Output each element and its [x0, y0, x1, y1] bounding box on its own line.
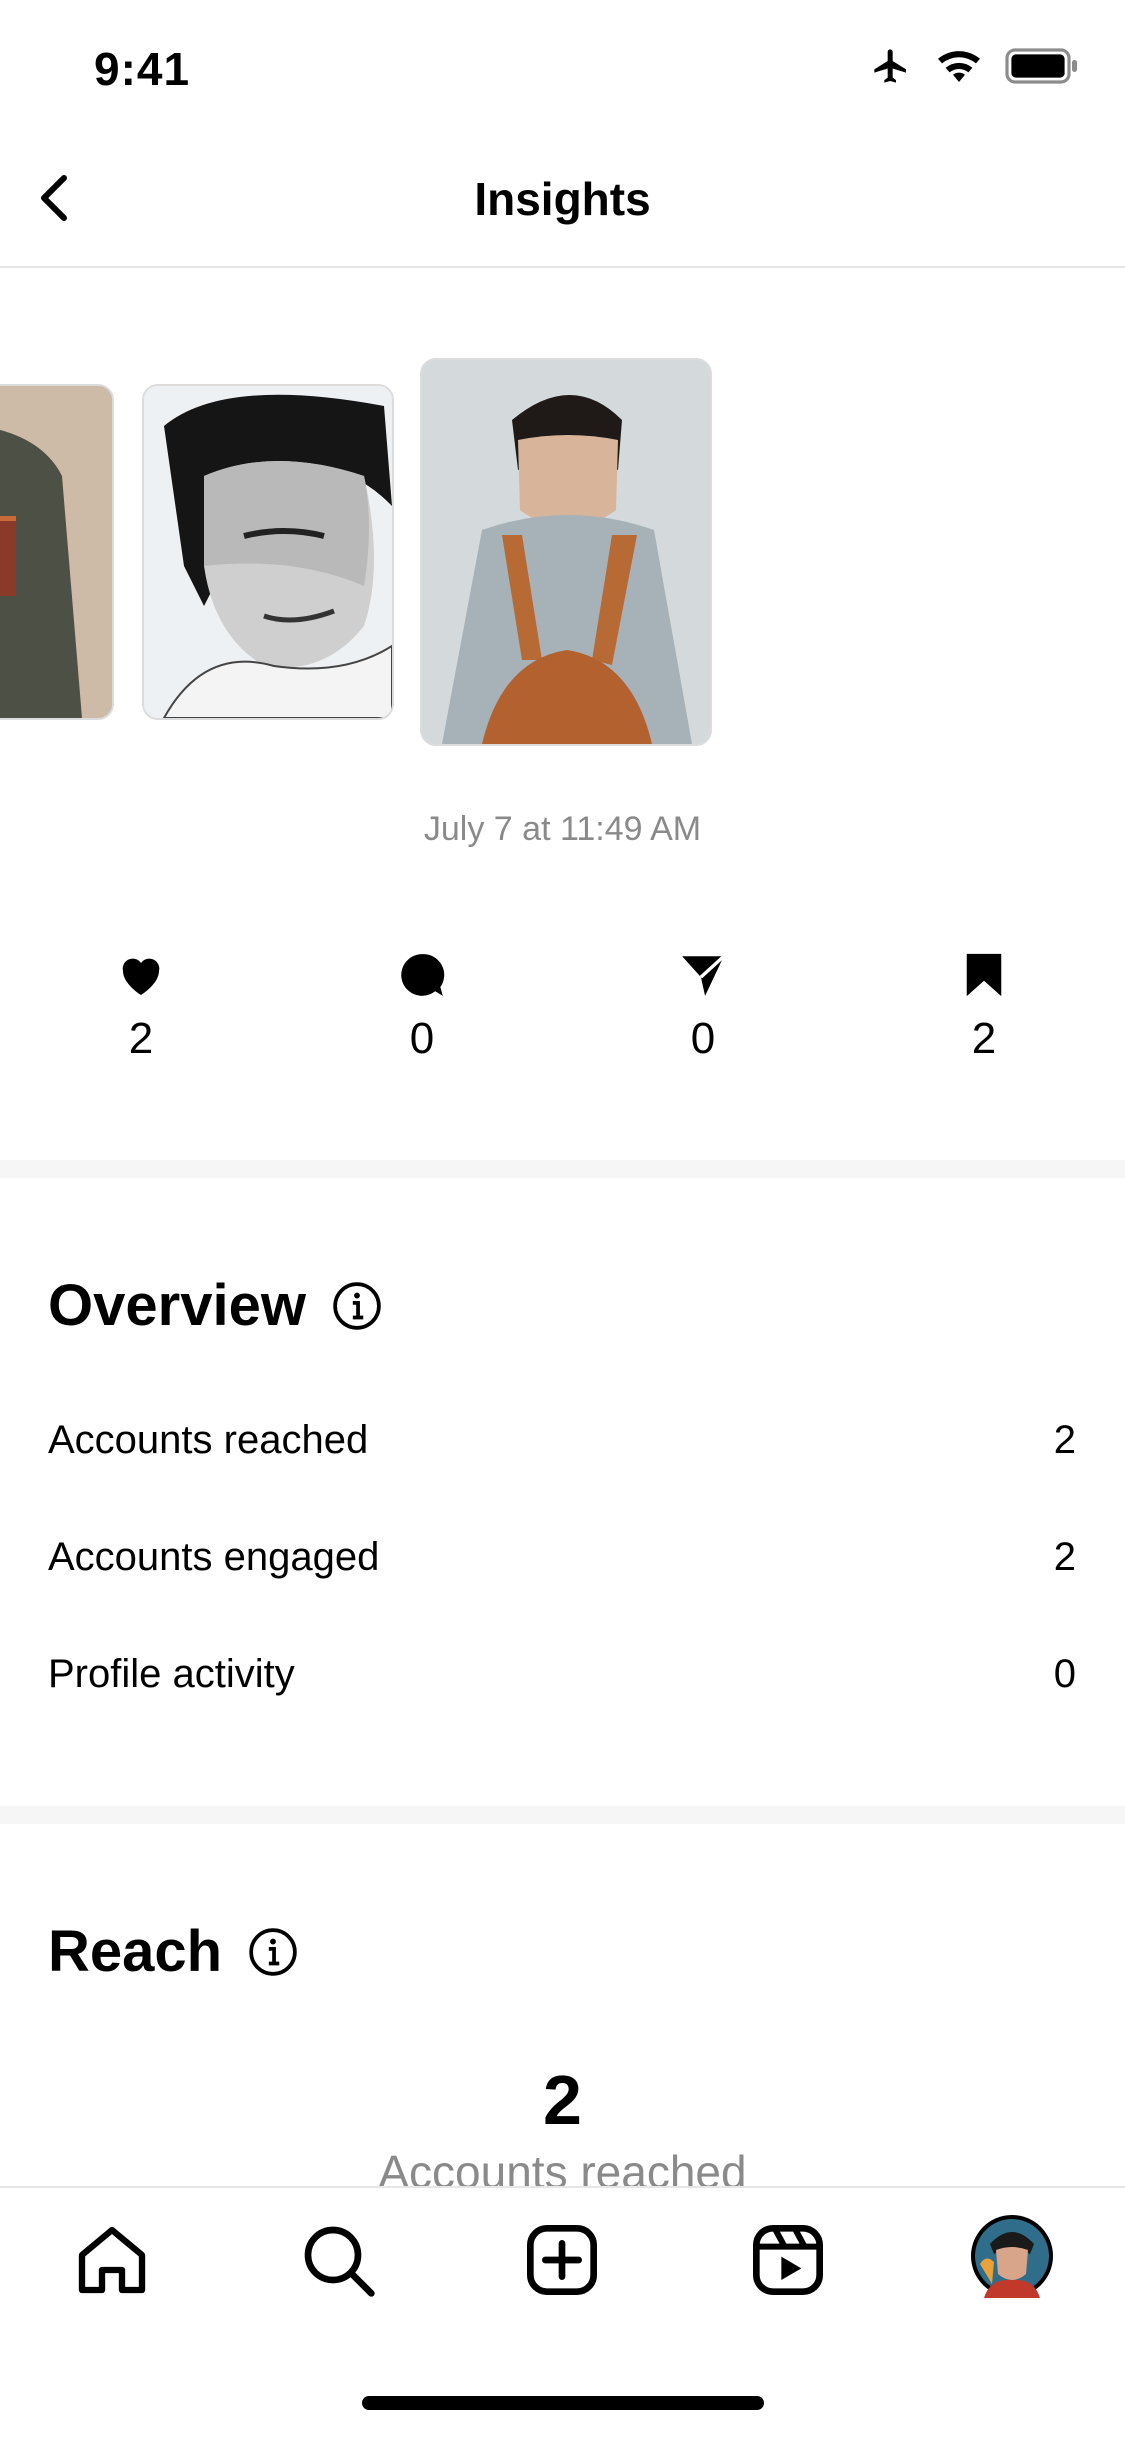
page-title: Insights [474, 173, 651, 225]
info-icon[interactable] [248, 1927, 298, 1977]
row-label: Accounts engaged [48, 1535, 380, 1579]
tab-reels[interactable] [748, 2220, 828, 2300]
tab-home[interactable] [72, 2220, 152, 2300]
shares-stat: 0 [633, 950, 773, 1064]
overview-row-accounts-reached[interactable]: Accounts reached 2 [48, 1418, 1076, 1463]
tab-profile[interactable] [970, 2214, 1054, 2298]
reels-icon [753, 2225, 823, 2295]
row-value: 0 [1053, 1652, 1076, 1696]
post-date: July 7 at 11:49 AM [423, 810, 702, 848]
saves-count: 2 [971, 1014, 997, 1063]
portrait-image [422, 360, 710, 744]
status-time: 9:41 [94, 43, 191, 95]
comment-icon [401, 954, 445, 996]
home-indicator [362, 2396, 764, 2410]
saves-stat: 2 [914, 950, 1054, 1064]
reach-value: 2 [543, 2061, 582, 2139]
section-divider [0, 1160, 1125, 1178]
reach-section-title: Reach [48, 1918, 298, 1985]
comments-count: 0 [409, 1014, 435, 1063]
info-icon[interactable] [332, 1281, 382, 1331]
row-value: 2 [1053, 1535, 1076, 1579]
battery-icon [1005, 48, 1077, 84]
wifi-icon [938, 51, 980, 82]
status-icons [869, 46, 1081, 86]
shares-count: 0 [690, 1014, 716, 1063]
post-thumbnail[interactable] [142, 384, 394, 720]
portrait-image [144, 386, 392, 718]
comments-stat: 0 [352, 950, 492, 1064]
home-icon [78, 2226, 146, 2294]
likes-stat: 2 [71, 950, 211, 1064]
search-icon [304, 2226, 375, 2297]
row-label: Profile activity [48, 1652, 295, 1696]
reach-title: Reach [48, 1919, 223, 1984]
likes-count: 2 [128, 1014, 154, 1063]
portrait-image [0, 386, 112, 718]
tab-create[interactable] [522, 2220, 602, 2300]
tab-search[interactable] [298, 2220, 378, 2300]
airplane-icon [874, 49, 906, 83]
bookmark-icon [966, 953, 1002, 997]
post-thumbnail[interactable] [0, 384, 114, 720]
heart-icon [122, 958, 160, 995]
row-label: Accounts reached [48, 1418, 369, 1462]
overview-title: Overview [48, 1273, 306, 1338]
overview-section-title: Overview [48, 1272, 382, 1339]
post-thumbnail-selected[interactable] [420, 358, 712, 746]
section-divider [0, 1806, 1125, 1824]
create-icon [527, 2225, 597, 2295]
overview-row-profile-activity[interactable]: Profile activity 0 [48, 1652, 1076, 1697]
profile-avatar [971, 2215, 1053, 2298]
share-icon [682, 955, 725, 996]
row-value: 2 [1053, 1418, 1076, 1462]
overview-row-accounts-engaged[interactable]: Accounts engaged 2 [48, 1535, 1076, 1580]
